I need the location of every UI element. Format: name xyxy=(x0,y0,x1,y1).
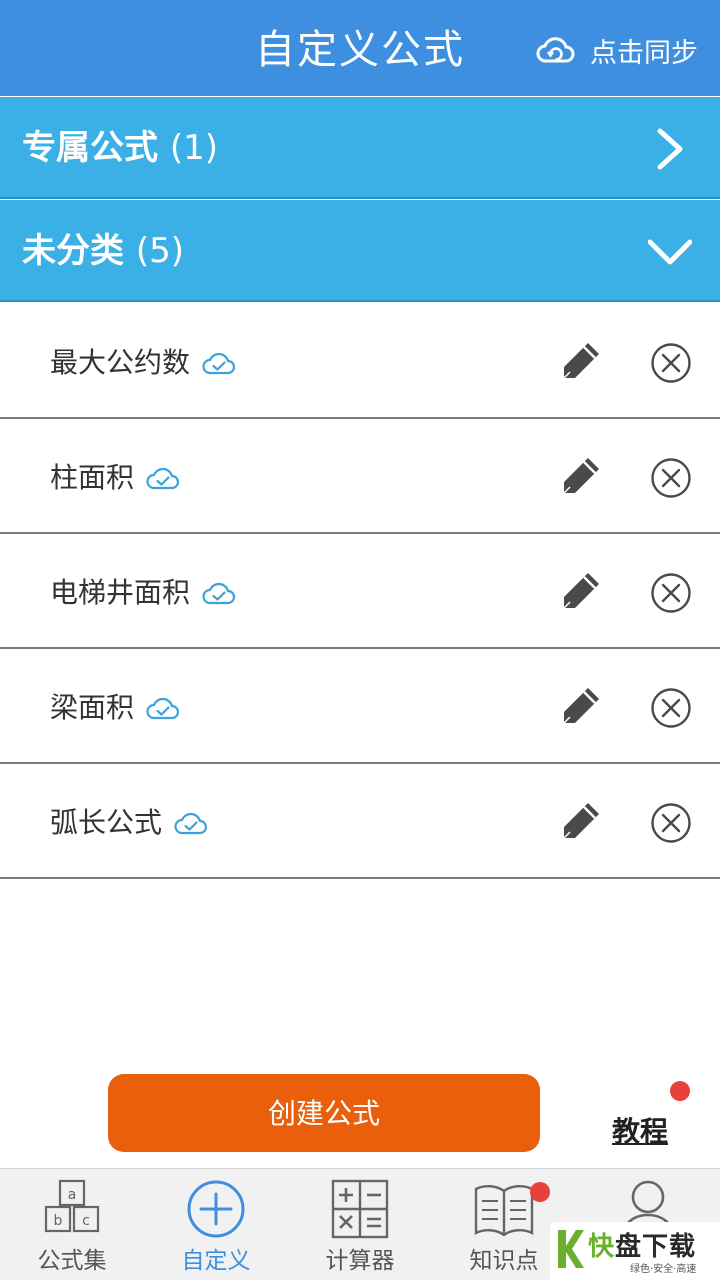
delete-circle-x-icon[interactable] xyxy=(650,802,692,844)
app-header: 自定义公式 点击同步 xyxy=(0,0,720,96)
formula-row[interactable]: 电梯井面积 xyxy=(0,534,720,649)
edit-pencil-icon[interactable] xyxy=(560,455,602,497)
formula-name: 弧长公式 xyxy=(50,806,163,839)
delete-circle-x-icon[interactable] xyxy=(650,342,692,384)
cloud-synced-icon xyxy=(146,467,180,489)
tutorial-link[interactable]: 教程 xyxy=(612,1110,668,1150)
cloud-sync-icon xyxy=(536,37,575,63)
cloud-synced-icon xyxy=(202,582,236,604)
edit-pencil-icon[interactable] xyxy=(560,800,602,842)
tab-custom[interactable]: 自定义 xyxy=(144,1169,288,1280)
book-icon xyxy=(474,1185,534,1237)
brand-k-logo-icon xyxy=(558,1230,584,1268)
formula-row[interactable]: 最大公约数 xyxy=(0,304,720,419)
formula-row[interactable]: 弧长公式 xyxy=(0,764,720,879)
edit-pencil-icon[interactable] xyxy=(560,685,602,727)
watermark-logo: 快盘下载 绿色·安全·高速 xyxy=(550,1222,720,1280)
knowledge-badge-dot xyxy=(530,1182,550,1202)
delete-circle-x-icon[interactable] xyxy=(650,572,692,614)
watermark-brand-k: 快 xyxy=(588,1232,616,1262)
tab-calculator[interactable]: 计算器 xyxy=(288,1169,432,1280)
calculator-icon xyxy=(331,1179,389,1239)
formula-name: 电梯井面积 xyxy=(50,576,191,609)
tab-label: 自定义 xyxy=(181,1248,251,1274)
create-formula-button[interactable]: 创建公式 xyxy=(108,1074,540,1152)
formula-row[interactable]: 柱面积 xyxy=(0,419,720,534)
tab-formula-sets[interactable]: a b c 公式集 xyxy=(0,1169,144,1280)
formula-row[interactable]: 梁面积 xyxy=(0,649,720,764)
abc-blocks-icon: a b c xyxy=(44,1179,100,1233)
sync-label: 点击同步 xyxy=(590,37,698,69)
tab-label: 计算器 xyxy=(325,1248,395,1274)
edit-pencil-icon[interactable] xyxy=(560,340,602,382)
svg-text:a: a xyxy=(68,1187,77,1203)
tutorial-badge-dot xyxy=(670,1081,690,1101)
formula-name: 柱面积 xyxy=(50,461,135,494)
group-name: 未分类 xyxy=(22,231,124,271)
plus-circle-icon xyxy=(187,1180,245,1238)
group-exclusive-formulas[interactable]: 专属公式 (1) xyxy=(0,97,720,199)
formula-name: 最大公约数 xyxy=(50,346,191,379)
group-count: (5) xyxy=(135,231,185,271)
svg-text:b: b xyxy=(54,1213,63,1229)
delete-circle-x-icon[interactable] xyxy=(650,687,692,729)
cloud-synced-icon xyxy=(174,812,208,834)
svg-text:c: c xyxy=(82,1213,90,1229)
cloud-synced-icon xyxy=(202,352,236,374)
watermark-brand: 盘下载 xyxy=(615,1232,697,1262)
watermark-tagline: 绿色·安全·高速 xyxy=(630,1264,697,1275)
tab-label: 公式集 xyxy=(37,1248,107,1274)
delete-circle-x-icon[interactable] xyxy=(650,457,692,499)
chevron-right-icon xyxy=(657,128,683,170)
sync-button[interactable]: 点击同步 xyxy=(536,28,698,72)
formula-list: 最大公约数 柱面积 电梯井面积 梁面积 弧长公式 xyxy=(0,304,720,879)
formula-name: 梁面积 xyxy=(50,691,135,724)
cloud-synced-icon xyxy=(146,697,180,719)
edit-pencil-icon[interactable] xyxy=(560,570,602,612)
group-uncategorized[interactable]: 未分类 (5) xyxy=(0,200,720,302)
chevron-down-icon xyxy=(648,239,692,265)
group-name: 专属公式 xyxy=(22,128,158,168)
group-count: (1) xyxy=(169,128,219,168)
